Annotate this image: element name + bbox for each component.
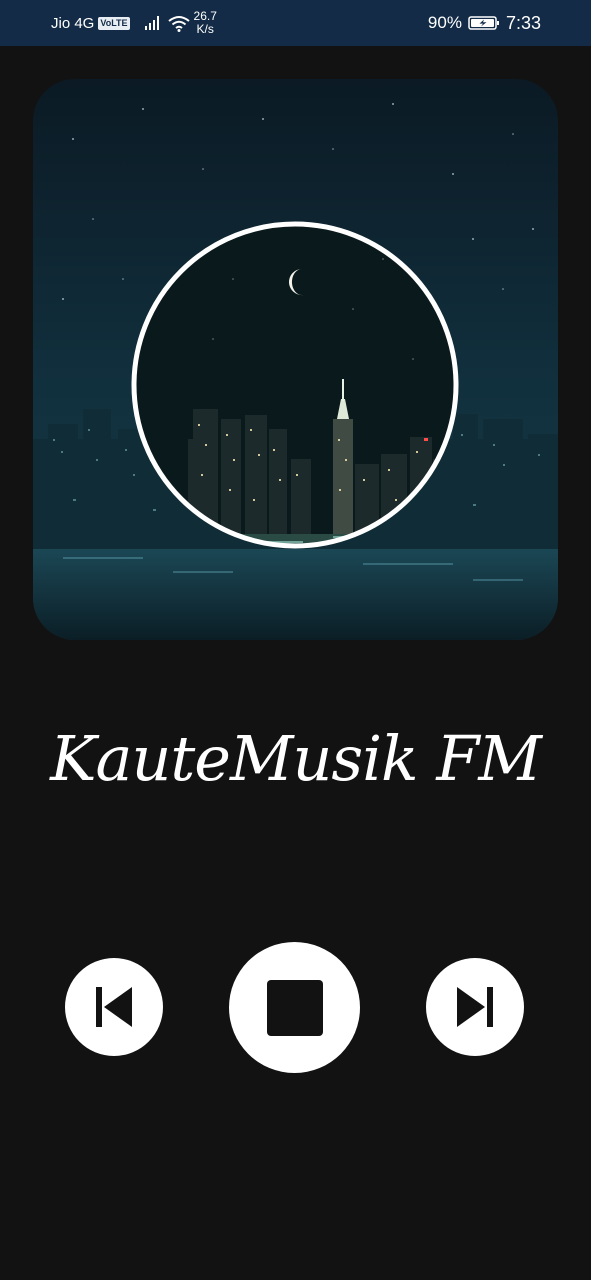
carrier-label: Jio 4G [51,14,95,32]
status-bar: Jio 4G VoLTE 26.7 K/s 90% 7:33 [0,0,591,46]
network-speed: 26.7 K/s [194,10,217,36]
stop-icon [266,979,323,1036]
skip-previous-icon [96,987,132,1027]
status-left: Jio 4G VoLTE 26.7 K/s [51,0,217,46]
clock: 7:33 [505,12,541,33]
next-button[interactable] [426,958,524,1056]
wifi-icon [167,15,190,32]
battery-percent: 90% [427,13,462,32]
station-title: KauteMusik FM [50,722,542,795]
stop-button[interactable] [229,942,360,1073]
volte-badge: VoLTE [98,16,130,30]
status-right: 90% 7:33 [428,0,541,46]
speed-unit: K/s [196,22,214,36]
album-artwork [33,79,558,640]
city-skyline-image [33,79,558,640]
signal-icon [144,16,159,30]
previous-button[interactable] [65,958,163,1056]
skip-next-icon [457,987,493,1027]
battery-charging-icon [468,16,499,30]
